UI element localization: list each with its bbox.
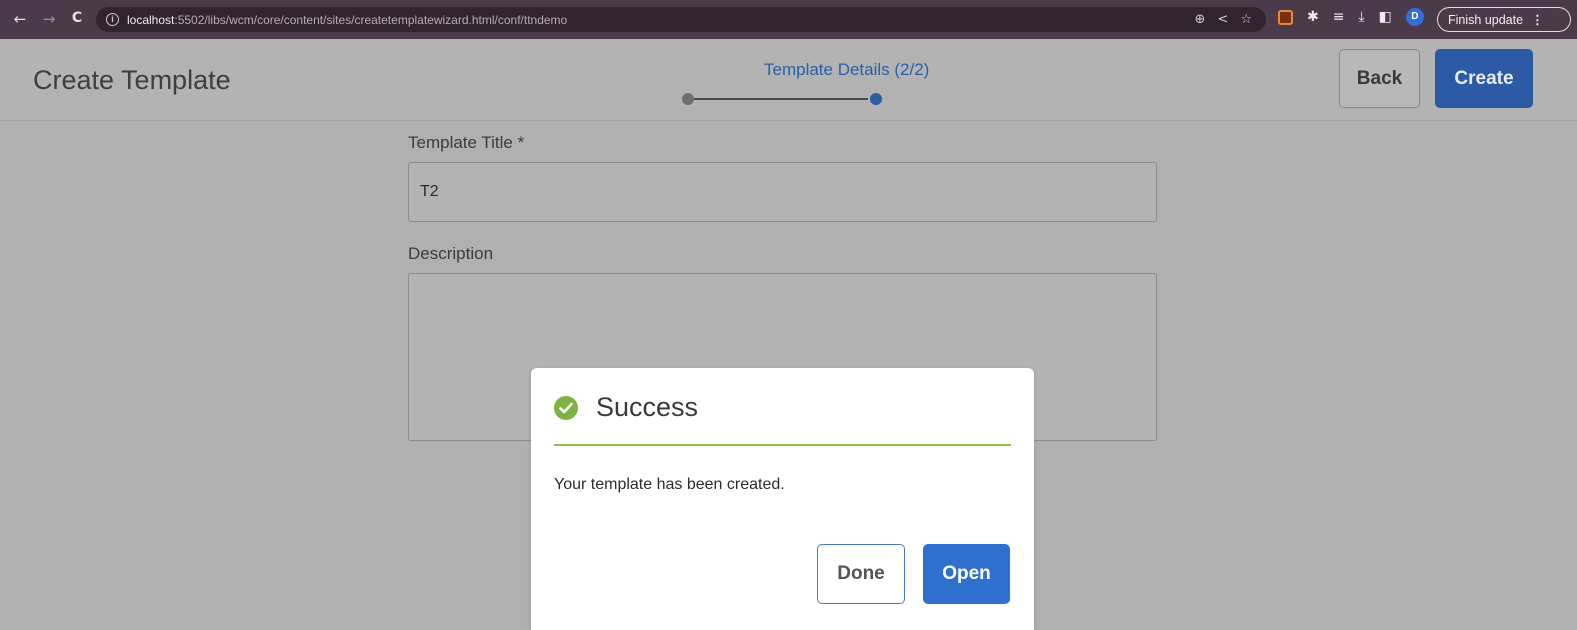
open-button[interactable]: Open: [923, 544, 1010, 604]
back-button[interactable]: Back: [1339, 49, 1420, 108]
dialog-divider: [554, 444, 1011, 446]
success-check-icon: [554, 395, 578, 420]
address-bar[interactable]: i localhost:5502/libs/wcm/core/content/s…: [96, 7, 1266, 32]
template-title-input[interactable]: [408, 162, 1157, 222]
reload-icon[interactable]: C: [66, 10, 88, 26]
finish-update-button[interactable]: Finish update ⋮: [1437, 7, 1571, 32]
done-button[interactable]: Done: [817, 544, 905, 604]
page-title: Create Template: [33, 65, 231, 95]
success-dialog: Success Your template has been created. …: [531, 368, 1034, 630]
template-title-label: Template Title *: [408, 133, 525, 152]
bookmark-star-icon[interactable]: ☆: [1240, 12, 1252, 27]
address-bar-actions: ⊕ < ☆: [1195, 12, 1252, 27]
url-path: :5502/libs/wcm/core/content/sites/create…: [174, 12, 568, 27]
finish-update-label: Finish update: [1448, 12, 1524, 27]
create-button[interactable]: Create: [1435, 49, 1533, 108]
step-indicator: [682, 92, 882, 106]
wizard-header: Create Template Template Details (2/2) B…: [0, 39, 1577, 121]
puzzle-extensions-icon[interactable]: ✱: [1307, 9, 1319, 25]
site-info-icon[interactable]: i: [106, 13, 119, 26]
dialog-title: Success: [596, 392, 699, 422]
forward-arrow-icon[interactable]: →: [38, 10, 60, 28]
description-label: Description: [408, 244, 494, 263]
browser-toolbar: ← → C i localhost:5502/libs/wcm/core/con…: [0, 0, 1577, 39]
step-2-dot[interactable]: [870, 93, 882, 105]
extension-icon[interactable]: [1278, 9, 1293, 25]
dialog-message: Your template has been created.: [554, 476, 785, 493]
dialog-header: Success: [554, 392, 698, 423]
url-host: localhost: [127, 12, 175, 27]
step-line: [690, 98, 868, 100]
reading-list-icon[interactable]: ≡: [1333, 9, 1345, 25]
step-label: Template Details (2/2): [764, 60, 930, 79]
side-panel-icon[interactable]: ◧: [1379, 9, 1392, 25]
zoom-icon[interactable]: ⊕: [1195, 12, 1206, 27]
share-icon[interactable]: <: [1217, 12, 1228, 27]
profile-avatar[interactable]: D: [1405, 8, 1424, 26]
back-arrow-icon[interactable]: ←: [9, 10, 31, 28]
url-text: localhost:5502/libs/wcm/core/content/sit…: [127, 13, 567, 27]
download-icon[interactable]: ⤓: [1358, 9, 1364, 25]
step-1-dot[interactable]: [682, 93, 694, 105]
browser-menu-icon: ⋮: [1531, 13, 1544, 27]
toolbar-icons: ✱ ≡ ⤓ ◧ D: [1278, 8, 1424, 26]
